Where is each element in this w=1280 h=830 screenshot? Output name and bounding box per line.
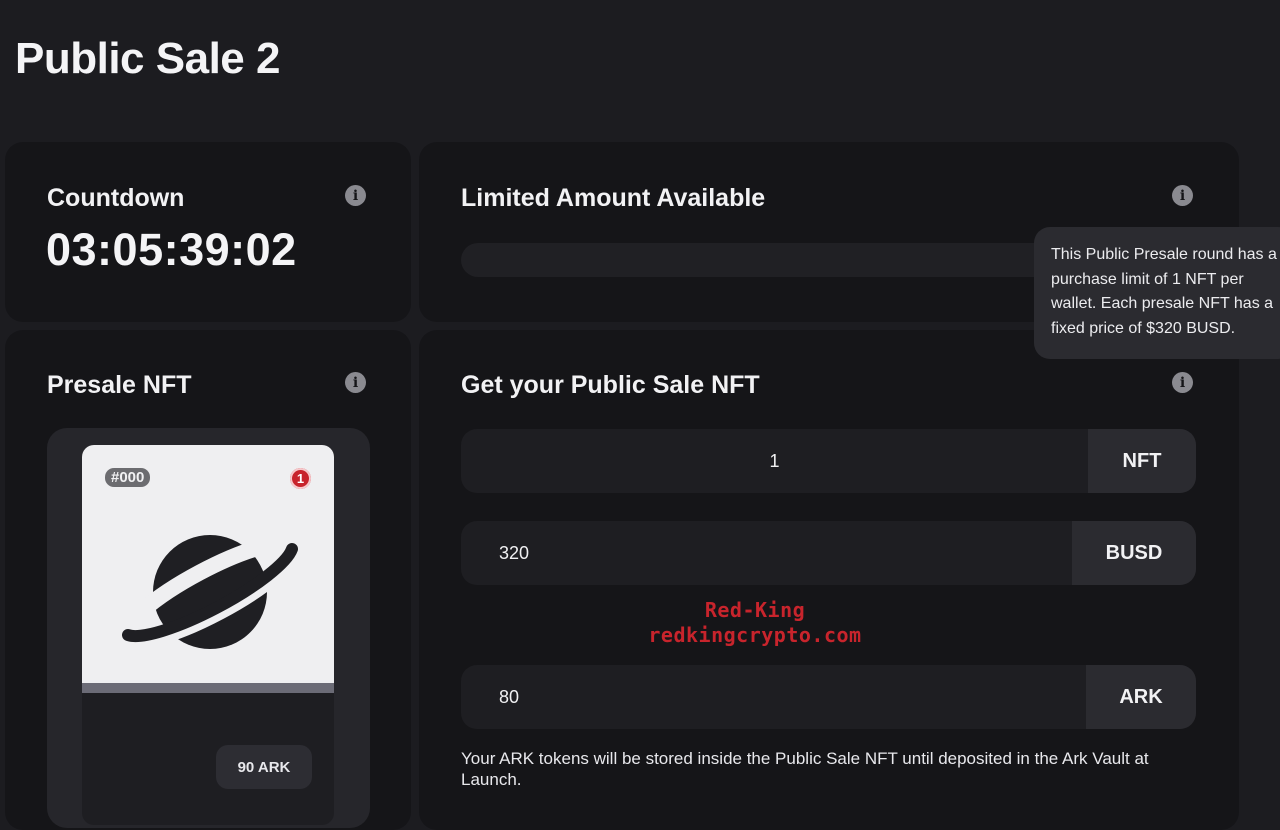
nft-count-badge: 1 xyxy=(290,468,311,489)
ark-storage-note: Your ARK tokens will be stored inside th… xyxy=(461,749,1149,789)
busd-unit-label: BUSD xyxy=(1072,521,1196,585)
watermark-line-1: Red-King xyxy=(704,598,806,622)
purchase-limit-tooltip: This Public Presale round has a purchase… xyxy=(1034,227,1280,359)
countdown-title: Countdown xyxy=(47,184,185,212)
countdown-timer: 03:05:39:02 xyxy=(46,224,297,275)
nft-image: #000 1 xyxy=(82,445,334,683)
info-icon[interactable]: i xyxy=(1172,372,1193,393)
watermark: Red-King redkingcrypto.com xyxy=(620,598,890,648)
nft-id-badge: #000 xyxy=(105,468,151,487)
limited-amount-title: Limited Amount Available xyxy=(461,184,766,212)
nft-amount-input[interactable] xyxy=(461,429,1088,493)
page-title: Public Sale 2 xyxy=(15,34,280,83)
availability-progress-bar xyxy=(461,243,1061,277)
purchase-title: Get your Public Sale NFT xyxy=(461,371,760,399)
info-icon[interactable]: i xyxy=(345,372,366,393)
nft-price-badge: 90 ARK xyxy=(216,745,312,789)
nft-unit-label: NFT xyxy=(1088,429,1196,493)
info-icon[interactable]: i xyxy=(345,185,366,206)
busd-amount-field: BUSD xyxy=(461,521,1196,585)
watermark-line-2: redkingcrypto.com xyxy=(648,623,862,647)
ark-amount-field: ARK xyxy=(461,665,1196,729)
busd-amount-input[interactable] xyxy=(461,521,1072,585)
info-icon[interactable]: i xyxy=(1172,185,1193,206)
nft-card-divider xyxy=(82,683,334,693)
ark-unit-label: ARK xyxy=(1086,665,1196,729)
ark-amount-input[interactable] xyxy=(461,665,1086,729)
nft-amount-field: NFT xyxy=(461,429,1196,493)
presale-nft-title: Presale NFT xyxy=(47,371,192,399)
planet-icon xyxy=(120,535,300,649)
